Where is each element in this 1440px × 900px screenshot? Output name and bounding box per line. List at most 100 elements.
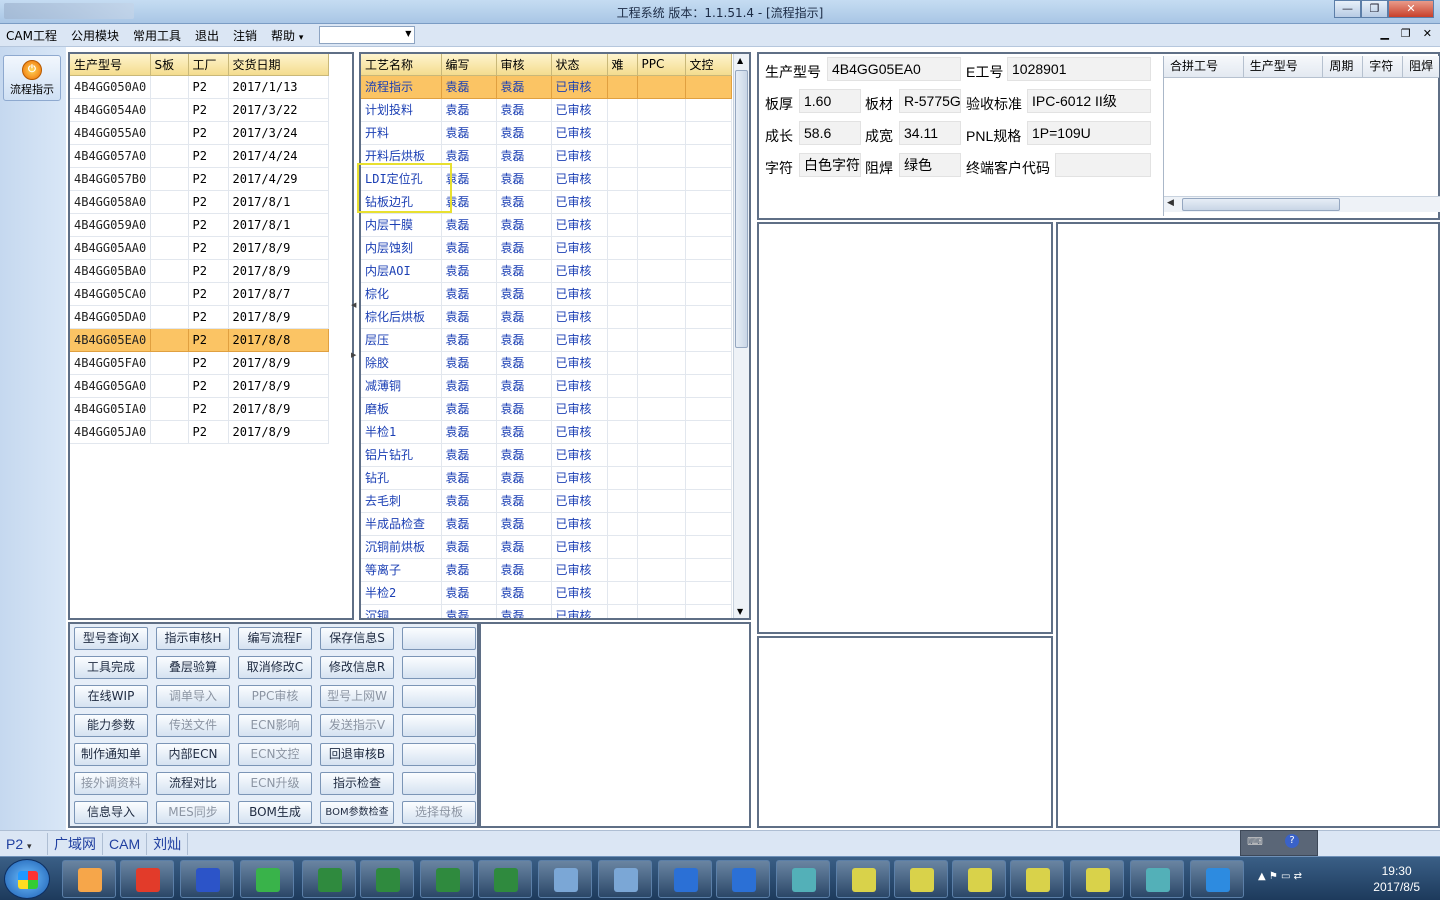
- mdi-close-button[interactable]: ✕: [1423, 27, 1432, 40]
- taskbar-item[interactable]: [598, 860, 652, 898]
- action-button[interactable]: 指示审核H: [156, 627, 230, 650]
- table-row[interactable]: 4B4GG05AA0 P2 2017/8/9: [70, 236, 329, 260]
- action-button[interactable]: 流程对比: [156, 772, 230, 795]
- action-button[interactable]: 选择母板: [402, 801, 476, 824]
- table-row[interactable]: 4B4GG05CA0 P2 2017/8/7: [70, 282, 329, 306]
- table-row[interactable]: 半成品检查 袁磊 袁磊 已审核: [361, 512, 732, 536]
- table-row[interactable]: 4B4GG054A0 P2 2017/3/22: [70, 98, 329, 122]
- taskbar-item[interactable]: [62, 860, 116, 898]
- table-row[interactable]: 去毛刺 袁磊 袁磊 已审核: [361, 489, 732, 513]
- start-button[interactable]: [4, 859, 50, 899]
- table-row[interactable]: 4B4GG057B0 P2 2017/4/29: [70, 167, 329, 191]
- action-button[interactable]: 在线WIP: [74, 685, 148, 708]
- table-row[interactable]: 4B4GG05BA0 P2 2017/8/9: [70, 259, 329, 283]
- thickness-field[interactable]: 1.60: [799, 89, 861, 113]
- table-row[interactable]: 流程指示 袁磊 袁磊 已审核: [361, 75, 732, 99]
- model-field[interactable]: 4B4GG05EA0: [827, 57, 961, 81]
- table-row[interactable]: 等离子 袁磊 袁磊 已审核: [361, 558, 732, 582]
- action-button[interactable]: 发送指示V: [320, 714, 394, 737]
- width-field[interactable]: 34.11: [899, 121, 961, 145]
- minimize-button[interactable]: —: [1334, 0, 1361, 18]
- action-button[interactable]: 制作通知单: [74, 743, 148, 766]
- taskbar-item[interactable]: [420, 860, 474, 898]
- table-row[interactable]: 4B4GG05JA0 P2 2017/8/9: [70, 420, 329, 444]
- action-button[interactable]: 修改信息R: [320, 656, 394, 679]
- action-button[interactable]: [402, 627, 476, 650]
- taskbar-item[interactable]: [716, 860, 770, 898]
- taskbar-item[interactable]: [1130, 860, 1184, 898]
- action-button[interactable]: 叠层验算: [156, 656, 230, 679]
- taskbar-item[interactable]: [776, 860, 830, 898]
- action-button[interactable]: 内部ECN: [156, 743, 230, 766]
- table-row[interactable]: 4B4GG05DA0 P2 2017/8/9: [70, 305, 329, 329]
- length-field[interactable]: 58.6: [799, 121, 861, 145]
- table-row[interactable]: 钻板边孔 袁磊 袁磊 已审核: [361, 190, 732, 214]
- table-row[interactable]: 4B4GG055A0 P2 2017/3/24: [70, 121, 329, 145]
- table-row[interactable]: 开料后烘板 袁磊 袁磊 已审核: [361, 144, 732, 168]
- table-row[interactable]: 4B4GG05IA0 P2 2017/8/9: [70, 397, 329, 421]
- mdi-restore-button[interactable]: ❐: [1401, 27, 1411, 40]
- taskbar-item[interactable]: [894, 860, 948, 898]
- eno-field[interactable]: 1028901: [1007, 57, 1151, 81]
- table-row[interactable]: 4B4GG057A0 P2 2017/4/24: [70, 144, 329, 168]
- table-row[interactable]: 内层干膜 袁磊 袁磊 已审核: [361, 213, 732, 237]
- taskbar-item[interactable]: [658, 860, 712, 898]
- action-button[interactable]: 型号查询X: [74, 627, 148, 650]
- table-row[interactable]: 磨板 袁磊 袁磊 已审核: [361, 397, 732, 421]
- taskbar-item[interactable]: [1010, 860, 1064, 898]
- clock[interactable]: 19:30 2017/8/5: [1373, 863, 1420, 895]
- mdi-minimize-button[interactable]: ▁: [1380, 27, 1388, 40]
- table-row[interactable]: 沉铜 袁磊 袁磊 已审核: [361, 604, 732, 618]
- col-doc-control[interactable]: 文控: [685, 54, 732, 76]
- table-row[interactable]: 4B4GG05GA0 P2 2017/8/9: [70, 374, 329, 398]
- taskbar-item[interactable]: [836, 860, 890, 898]
- table-row[interactable]: 4B4GG05FA0 P2 2017/8/9: [70, 351, 329, 375]
- col-factory[interactable]: 工厂: [188, 54, 229, 76]
- process-vertical-scrollbar[interactable]: ▲ ▼: [733, 54, 749, 618]
- table-row[interactable]: 4B4GG05EA0 P2 2017/8/8: [70, 328, 329, 352]
- action-button[interactable]: 取消修改C: [238, 656, 312, 679]
- action-button[interactable]: PPC审核: [238, 685, 312, 708]
- table-row[interactable]: 内层蚀刻 袁磊 袁磊 已审核: [361, 236, 732, 260]
- close-button[interactable]: ✕: [1388, 0, 1434, 18]
- action-button[interactable]: ECN文控: [238, 743, 312, 766]
- col-reviewer[interactable]: 审核: [496, 54, 552, 76]
- table-row[interactable]: 棕化 袁磊 袁磊 已审核: [361, 282, 732, 306]
- taskbar-item[interactable]: [538, 860, 592, 898]
- panel-splitter[interactable]: ◀ ▶: [351, 300, 357, 370]
- taskbar-item[interactable]: [120, 860, 174, 898]
- action-button[interactable]: 调单导入: [156, 685, 230, 708]
- table-row[interactable]: 减薄铜 袁磊 袁磊 已审核: [361, 374, 732, 398]
- action-button[interactable]: BOM参数检查: [320, 801, 394, 824]
- col-writer[interactable]: 编写: [441, 54, 497, 76]
- table-row[interactable]: 4B4GG058A0 P2 2017/8/1: [70, 190, 329, 214]
- col-merge-cycle[interactable]: 周期: [1323, 56, 1364, 77]
- action-button[interactable]: ECN升级: [238, 772, 312, 795]
- menu-exit[interactable]: 退出: [195, 27, 219, 44]
- table-row[interactable]: 半检2 袁磊 袁磊 已审核: [361, 581, 732, 605]
- taskbar-item[interactable]: [478, 860, 532, 898]
- flow-indicator-button[interactable]: ⏻ 流程指示: [3, 55, 61, 101]
- maximize-button[interactable]: ❐: [1361, 0, 1388, 18]
- action-button[interactable]: MES同步: [156, 801, 230, 824]
- col-s-board[interactable]: S板: [150, 54, 189, 76]
- action-button[interactable]: 工具完成: [74, 656, 148, 679]
- taskbar-item[interactable]: [240, 860, 294, 898]
- table-row[interactable]: 内层AOI 袁磊 袁磊 已审核: [361, 259, 732, 283]
- menu-dropdown[interactable]: ▼: [319, 26, 416, 44]
- taskbar-item[interactable]: [302, 860, 356, 898]
- ime-toolbar[interactable]: ⌨ ?: [1240, 830, 1318, 856]
- col-merge-mask[interactable]: 阻焊: [1403, 56, 1439, 77]
- table-row[interactable]: 计划投料 袁磊 袁磊 已审核: [361, 98, 732, 122]
- table-row[interactable]: 开料 袁磊 袁磊 已审核: [361, 121, 732, 145]
- action-button[interactable]: [402, 656, 476, 679]
- action-button[interactable]: [402, 772, 476, 795]
- solder-mask-field[interactable]: 绿色: [899, 153, 961, 177]
- col-merge-char[interactable]: 字符: [1363, 56, 1404, 77]
- action-button[interactable]: 指示检查: [320, 772, 394, 795]
- col-difficulty[interactable]: 难: [607, 54, 638, 76]
- menu-help[interactable]: 帮助 ▾: [271, 27, 303, 44]
- table-row[interactable]: 沉铜前烘板 袁磊 袁磊 已审核: [361, 535, 732, 559]
- menu-cam[interactable]: CAM工程: [6, 27, 57, 44]
- action-button[interactable]: 接外调资料: [74, 772, 148, 795]
